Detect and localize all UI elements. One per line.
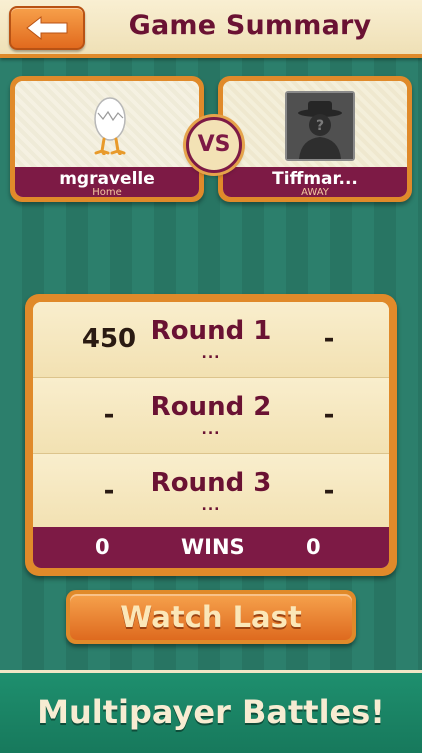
round-2-away-score: - (323, 400, 335, 430)
home-wins-count: 0 (95, 535, 110, 559)
back-button[interactable] (9, 6, 85, 50)
round-row-2[interactable]: - Round 2 ... - (33, 378, 389, 455)
svg-text:?: ? (316, 118, 324, 134)
promo-banner-text: Multipayer Battles! (37, 693, 385, 731)
round-3-label: Round 3 (150, 468, 272, 498)
unknown-player-icon: ? (285, 91, 355, 161)
vs-badge: VS (186, 117, 242, 173)
round-1-label: Round 1 (150, 316, 272, 346)
round-2-status: ... (201, 422, 221, 438)
away-player-card[interactable]: ? Tiffmar... AWAY (218, 76, 412, 202)
round-3-status: ... (201, 498, 221, 514)
round-row-3[interactable]: - Round 3 ... - (33, 454, 389, 531)
round-1-status: ... (201, 346, 221, 362)
wins-label: WINS (181, 535, 245, 559)
egg-avatar-icon (94, 97, 126, 155)
round-row-1[interactable]: 450 Round 1 ... - (33, 302, 389, 379)
home-player-role: Home (92, 187, 122, 197)
home-player-name: mgravelle (59, 169, 155, 189)
home-player-namebar: mgravelle Home (15, 167, 199, 197)
round-2-label: Round 2 (150, 392, 272, 422)
away-player-card-inner: ? Tiffmar... AWAY (223, 81, 407, 197)
watch-last-button[interactable]: Watch Last (66, 590, 356, 644)
home-player-card[interactable]: mgravelle Home (10, 76, 204, 202)
away-player-role: AWAY (301, 187, 329, 197)
rounds-panel: 450 Round 1 ... - - Round 2 ... - - Roun… (33, 302, 389, 568)
away-player-photo-area: ? (223, 81, 407, 167)
back-arrow-icon (26, 15, 68, 41)
away-player-namebar: Tiffmar... AWAY (223, 167, 407, 197)
away-player-name: Tiffmar... (272, 169, 358, 189)
wins-bar: 0 WINS 0 (33, 527, 389, 568)
round-1-away-score: - (323, 324, 335, 354)
rounds-board: 450 Round 1 ... - - Round 2 ... - - Roun… (25, 294, 397, 576)
header-bar: Game Summary (0, 0, 422, 58)
page-title: Game Summary (128, 10, 372, 41)
home-player-card-inner: mgravelle Home (15, 81, 199, 197)
away-wins-count: 0 (306, 535, 321, 559)
round-3-away-score: - (323, 476, 335, 506)
promo-banner: Multipayer Battles! (0, 670, 422, 753)
watch-last-label: Watch Last (70, 594, 352, 640)
home-player-photo-area (15, 81, 199, 167)
